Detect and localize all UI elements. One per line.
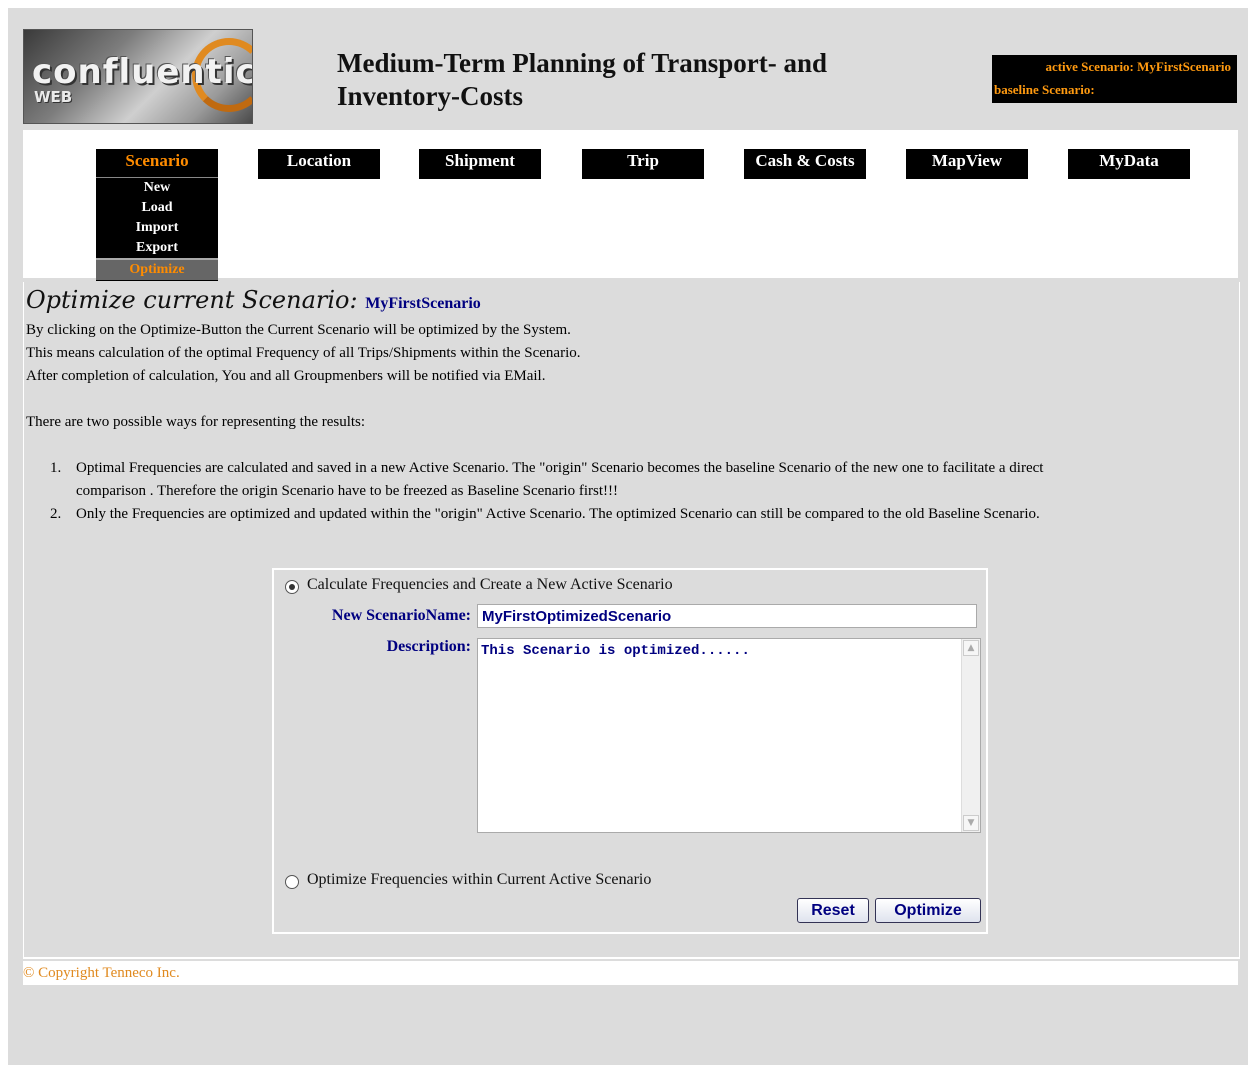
nav-shipment[interactable]: Shipment	[419, 149, 541, 179]
desc-line-3: After completion of calculation, You and…	[26, 368, 546, 384]
description-textarea-wrapper: This Scenario is optimized...... ▲ ▼	[477, 638, 981, 833]
description-scrollbar[interactable]: ▲ ▼	[961, 639, 980, 832]
nav-location[interactable]: Location	[258, 149, 380, 179]
nav-mydata[interactable]: MyData	[1068, 149, 1190, 179]
main-content: Optimize current Scenario: MyFirstScenar…	[23, 282, 1240, 959]
option-current-scenario-label: Optimize Frequencies within Current Acti…	[307, 871, 652, 888]
description-label: Description:	[386, 638, 471, 655]
scroll-down-icon[interactable]: ▼	[963, 815, 979, 831]
app-title-line2: Inventory-Costs	[337, 81, 523, 111]
copyright-text: © Copyright Tenneco Inc.	[23, 965, 180, 981]
list-item: 1. Optimal Frequencies are calculated an…	[26, 457, 1236, 503]
list-item-text: Optimal Frequencies are calculated and s…	[76, 460, 1044, 476]
submenu-new[interactable]: New	[96, 178, 218, 198]
scenario-submenu: New Load Import Export Optimize	[96, 177, 218, 281]
desc-line-2: This means calculation of the optimal Fr…	[26, 345, 581, 361]
logo-subtext: WEB	[34, 88, 73, 106]
list-item-number: 2.	[50, 506, 62, 522]
option-new-scenario-label: Calculate Frequencies and Create a New A…	[307, 576, 673, 593]
scenario-name-label: New ScenarioName:	[331, 607, 471, 624]
option-current-scenario-radio[interactable]	[285, 875, 299, 889]
footer: © Copyright Tenneco Inc.	[23, 961, 1238, 985]
scroll-up-icon[interactable]: ▲	[963, 640, 979, 656]
submenu-export[interactable]: Export	[96, 238, 218, 258]
optimize-form: Calculate Frequencies and Create a New A…	[272, 568, 988, 934]
submenu-optimize[interactable]: Optimize	[96, 258, 218, 280]
baseline-scenario-label: baseline Scenario:	[994, 82, 1095, 97]
page-title-text: Optimize current Scenario:	[26, 286, 358, 314]
active-scenario-label: active Scenario: MyFirstScenario	[1045, 59, 1231, 74]
logo-text: confluentic	[32, 52, 253, 92]
list-item: 2. Only the Frequencies are optimized an…	[26, 503, 1236, 526]
reset-button[interactable]: Reset	[797, 898, 869, 923]
scenario-name-input[interactable]	[477, 604, 977, 628]
desc-line-4: There are two possible ways for represen…	[26, 414, 366, 430]
list-item-text-cont: comparison . Therefore the origin Scenar…	[76, 483, 618, 499]
desc-line-1: By clicking on the Optimize-Button the C…	[26, 322, 571, 338]
description-text: By clicking on the Optimize-Button the C…	[26, 319, 1236, 526]
description-textarea[interactable]: This Scenario is optimized......	[478, 639, 962, 832]
page-title-scenario-name: MyFirstScenario	[365, 295, 481, 312]
option-new-scenario-radio[interactable]	[285, 580, 299, 594]
submenu-import[interactable]: Import	[96, 218, 218, 238]
list-item-number: 1.	[50, 460, 62, 476]
main-navigation: Scenario Location Shipment Trip Cash & C…	[23, 130, 1238, 281]
scenario-status-box: active Scenario: MyFirstScenario baselin…	[992, 55, 1237, 103]
nav-mapview[interactable]: MapView	[906, 149, 1028, 179]
result-ways-list: 1. Optimal Frequencies are calculated an…	[26, 457, 1236, 526]
list-item-text: Only the Frequencies are optimized and u…	[76, 506, 1040, 522]
app-title: Medium-Term Planning of Transport- and I…	[337, 47, 897, 113]
nav-cash-costs[interactable]: Cash & Costs	[744, 149, 866, 179]
app-title-line1: Medium-Term Planning of Transport- and	[337, 48, 828, 78]
nav-scenario[interactable]: Scenario	[96, 149, 218, 179]
optimize-button[interactable]: Optimize	[875, 898, 981, 923]
nav-trip[interactable]: Trip	[582, 149, 704, 179]
page-title: Optimize current Scenario: MyFirstScenar…	[26, 286, 481, 314]
submenu-load[interactable]: Load	[96, 198, 218, 218]
confluentic-logo: confluentic WEB	[23, 29, 253, 124]
